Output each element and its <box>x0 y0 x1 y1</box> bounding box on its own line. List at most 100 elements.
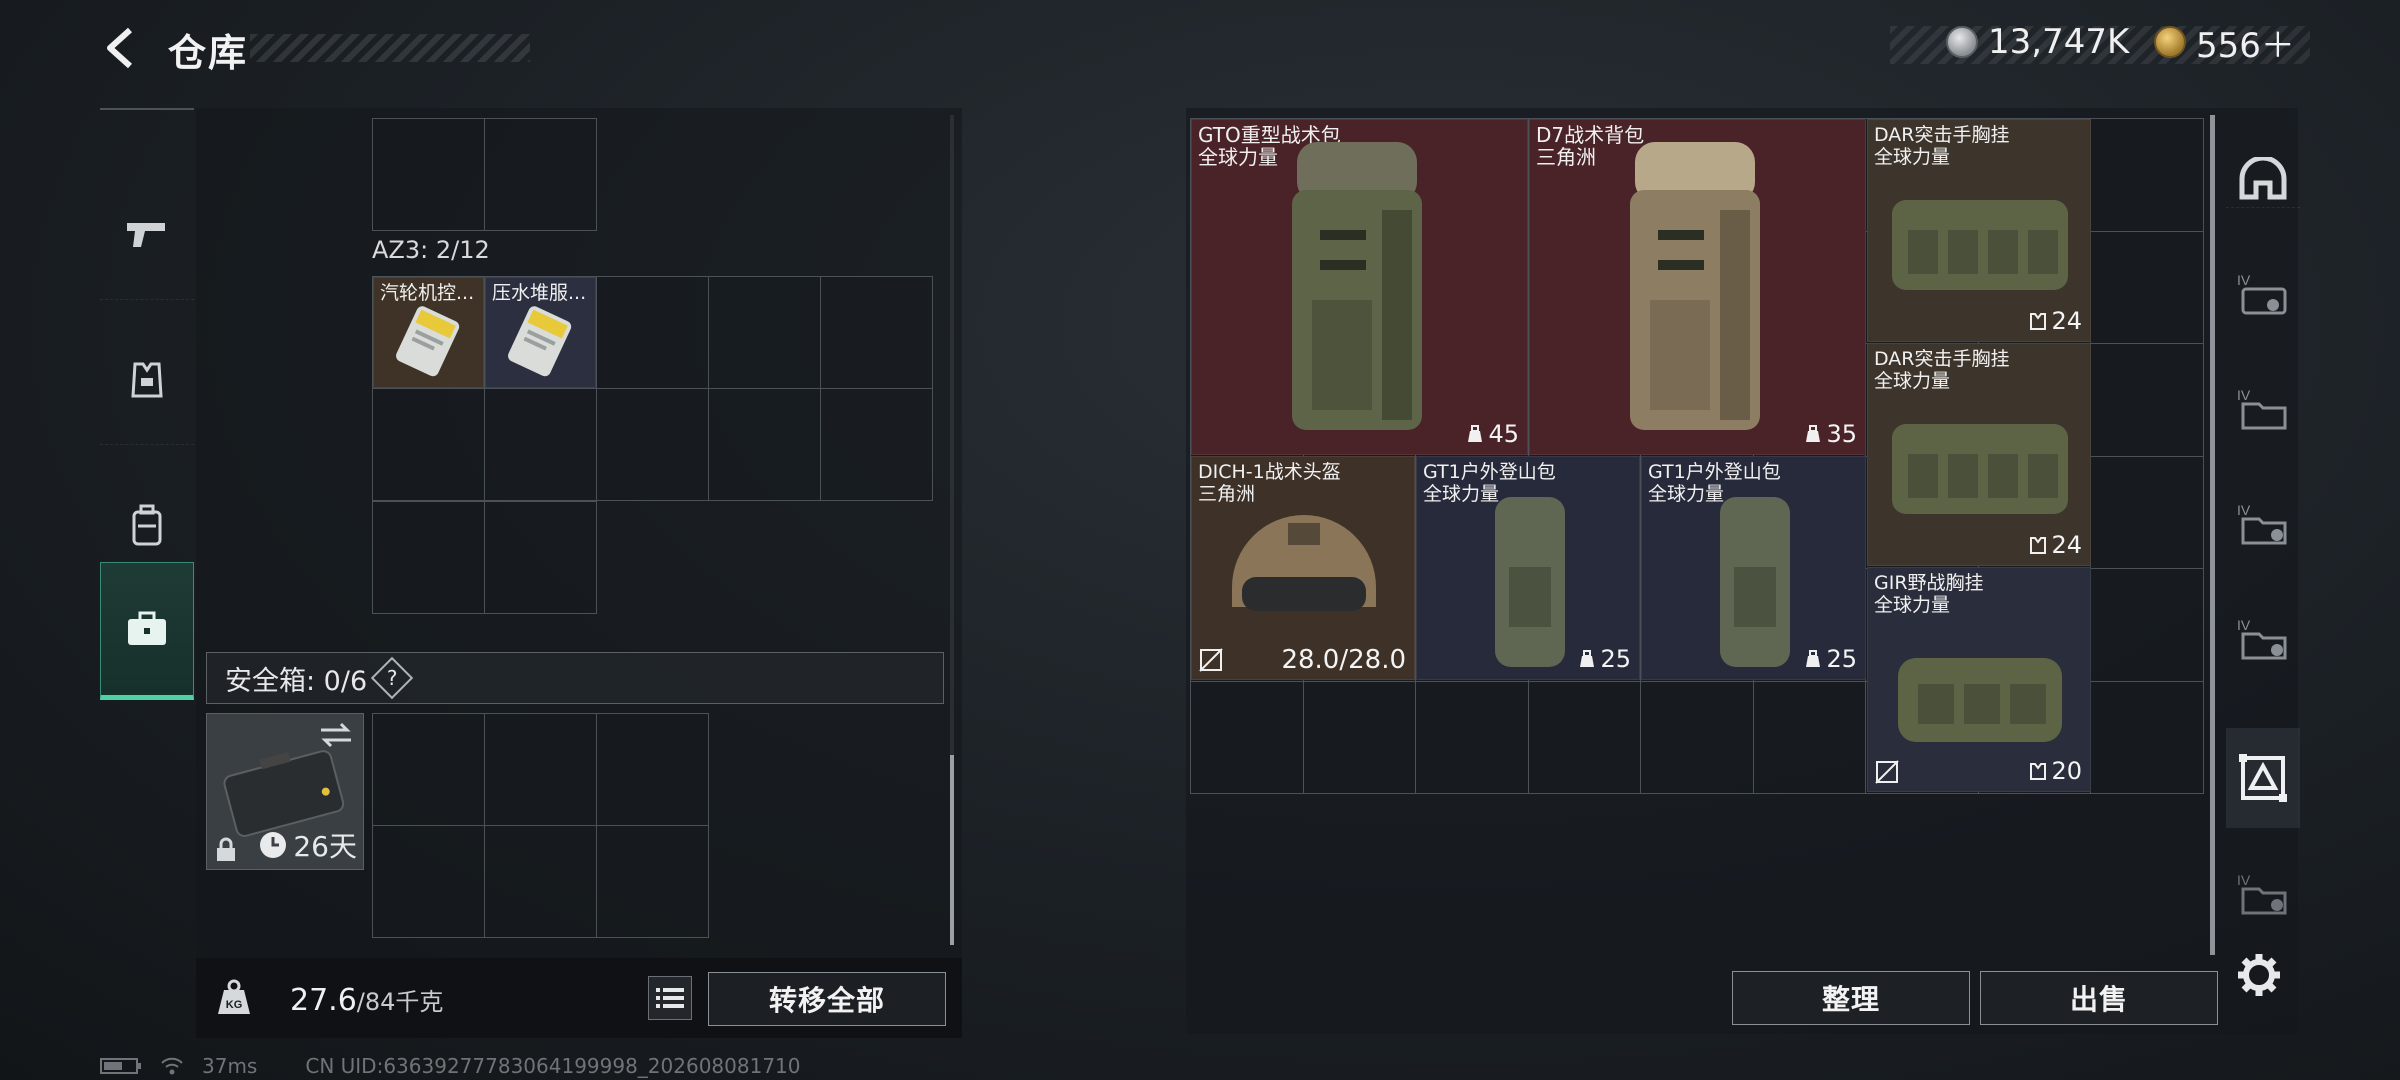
grid-slot[interactable] <box>373 389 485 501</box>
title-decoration <box>250 34 530 62</box>
filter-tier-4-c[interactable]: IV <box>2226 475 2300 575</box>
filter-helmet[interactable] <box>2226 130 2300 230</box>
tier-4-folder-icon: IV <box>2237 617 2287 660</box>
filter-tier-4-b[interactable]: IV <box>2226 360 2300 460</box>
left-scrollbar-thumb[interactable] <box>950 755 954 945</box>
document-packet-icon <box>508 306 572 377</box>
settings-button[interactable] <box>2236 952 2282 998</box>
safebox-grid <box>372 713 709 938</box>
capacity-icon <box>1806 425 1821 442</box>
item-count-badge: 25 <box>1804 645 1857 673</box>
stash-item-chest-rig[interactable]: DAR突击手胸挂 全球力量 24 <box>1867 343 2091 566</box>
large-backpack-icon <box>1292 142 1422 430</box>
large-backpack-icon <box>1630 142 1760 430</box>
ping-value: 37ms <box>202 1054 258 1078</box>
stash-item-backpack[interactable]: GTO重型战术包 全球力量 45 <box>1191 119 1528 455</box>
stash-item-backpack[interactable]: D7战术背包 三角洲 35 <box>1529 119 1866 455</box>
grid-slot[interactable] <box>597 714 709 826</box>
svg-text:IV: IV <box>2237 502 2251 518</box>
item-count-badge: 45 <box>1466 420 1519 448</box>
stash-item-backpack[interactable]: GT1户外登山包 全球力量 25 <box>1641 456 1866 680</box>
grid-slot[interactable] <box>373 119 485 231</box>
item-count-badge: 20 <box>2029 757 2082 785</box>
help-icon: ? <box>386 666 398 690</box>
grid-slot[interactable] <box>597 389 709 501</box>
container-label: AZ3: 2/12 <box>372 236 490 264</box>
help-button[interactable]: ? <box>370 656 414 700</box>
gold-coin-icon <box>2154 26 2186 58</box>
weight-readout: 27.6/84千克 <box>290 982 443 1018</box>
rig-capacity-icon <box>2030 537 2047 554</box>
currency-silver-value: 13,747K <box>1988 22 2130 62</box>
grid-slot[interactable] <box>709 277 821 389</box>
category-case[interactable] <box>100 562 194 700</box>
grid-slot[interactable] <box>597 277 709 389</box>
battery-icon <box>100 1058 141 1074</box>
filter-delta-active[interactable] <box>2226 728 2300 828</box>
swap-icon[interactable] <box>319 722 353 748</box>
sort-button[interactable]: 整理 <box>1732 971 1970 1025</box>
stash-item-chest-rig[interactable]: GIR野战胸挂 全球力量 20 <box>1867 567 2091 792</box>
item-count-badge: 25 <box>1578 645 1631 673</box>
svg-text:KG: KG <box>226 999 243 1011</box>
safebox-timer-value: 26天 <box>293 830 357 863</box>
capacity-icon <box>1806 650 1821 667</box>
currency-gold[interactable]: 556＋ <box>2154 22 2295 66</box>
category-rail <box>100 108 194 708</box>
back-button[interactable] <box>100 26 144 70</box>
item-count-badge: 24 <box>2029 307 2082 335</box>
safebox-timer: 26天 <box>259 825 357 865</box>
item-count-badge: 35 <box>1804 420 1857 448</box>
svg-text:IV: IV <box>2237 617 2251 633</box>
currency-gold-value: 556＋ <box>2196 25 2295 66</box>
vest-icon <box>131 362 163 397</box>
currency-silver[interactable]: 13,747K <box>1946 22 2129 62</box>
pistol-icon <box>127 222 165 247</box>
filter-tier-4-a[interactable]: IV <box>2226 245 2300 345</box>
sell-button[interactable]: 出售 <box>1980 971 2218 1025</box>
no-repair-icon <box>1199 648 1223 672</box>
grid-slot[interactable] <box>373 826 485 938</box>
grid-slot[interactable] <box>373 502 485 614</box>
chevron-left-icon <box>107 27 133 69</box>
safebox-slot[interactable]: 26天 <box>206 713 364 870</box>
svg-text:IV: IV <box>2237 872 2251 888</box>
filter-tier-4-d[interactable]: IV <box>2226 590 2300 690</box>
grid-slot[interactable] <box>485 502 597 614</box>
no-repair-icon <box>1875 760 1899 784</box>
tier-4-folder-icon: IV <box>2237 872 2287 915</box>
inventory-item[interactable]: 汽轮机控... <box>373 277 484 388</box>
transfer-all-button[interactable]: 转移全部 <box>708 972 946 1026</box>
tier-4-folder-icon: IV <box>2237 502 2287 545</box>
category-weapons[interactable] <box>100 170 194 300</box>
page-title: 仓库 <box>168 31 249 75</box>
grid-slot[interactable] <box>709 389 821 501</box>
grid-slot[interactable] <box>373 714 485 826</box>
svg-text:IV: IV <box>2237 272 2251 288</box>
gear-icon <box>2238 954 2280 996</box>
list-icon <box>656 988 684 1008</box>
grid-slot[interactable] <box>485 389 597 501</box>
item-count-badge: 24 <box>2029 531 2082 559</box>
grid-slot[interactable] <box>485 826 597 938</box>
wifi-icon <box>161 1057 183 1075</box>
backpack-icon <box>132 504 162 545</box>
grid-slot[interactable] <box>485 714 597 826</box>
grid-slot[interactable] <box>821 277 933 389</box>
capacity-icon <box>1468 425 1483 442</box>
delta-box-icon <box>2239 754 2287 802</box>
stash-item-helmet[interactable]: DICH-1战术头盔 三角洲 28.0/28.0 <box>1191 456 1415 680</box>
grid-slot[interactable] <box>597 826 709 938</box>
grid-slot[interactable] <box>821 389 933 501</box>
stash-scrollbar[interactable] <box>2210 115 2215 955</box>
stash-item-backpack[interactable]: GT1户外登山包 全球力量 25 <box>1416 456 1640 680</box>
stash-item-chest-rig[interactable]: DAR突击手胸挂 全球力量 24 <box>1867 119 2091 342</box>
svg-text:IV: IV <box>2237 387 2251 403</box>
filter-tier-4-e[interactable]: IV <box>2226 845 2300 945</box>
inventory-item[interactable]: 压水堆服... <box>485 277 596 388</box>
safebox-label: 安全箱: 0/6 <box>225 665 368 697</box>
rig-capacity-icon <box>2030 313 2047 330</box>
list-view-button[interactable] <box>648 976 692 1020</box>
category-armor[interactable] <box>100 315 194 445</box>
grid-slot[interactable] <box>485 119 597 231</box>
